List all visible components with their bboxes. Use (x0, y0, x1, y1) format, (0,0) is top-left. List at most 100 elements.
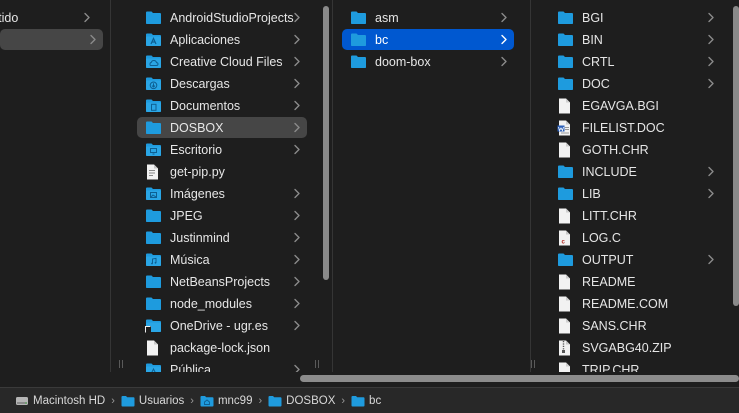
zip-file-icon (557, 340, 574, 356)
column-bc-scrollbar[interactable] (733, 6, 739, 306)
bc-item-9[interactable]: LITT.CHR (549, 205, 721, 226)
path-crumb-usuarios[interactable]: Usuarios (121, 395, 184, 407)
bc-item-10[interactable]: c LOG.C (549, 227, 721, 248)
chevron-right-icon (293, 78, 301, 89)
column-divider[interactable] (530, 0, 531, 372)
home-item-15[interactable]: package-lock.json (137, 337, 307, 358)
bc-item-3[interactable]: DOC (549, 73, 721, 94)
bc-item-12[interactable]: README (549, 271, 721, 292)
chevron-right-icon (83, 12, 91, 23)
chevron-right-icon (293, 320, 301, 331)
dosbox-item-0[interactable]: asm (342, 7, 514, 28)
bc-item-16[interactable]: TRIP.CHR (549, 359, 721, 372)
bc-item-6[interactable]: GOTH.CHR (549, 139, 721, 160)
chevron-right-icon (707, 166, 715, 177)
item-label: CRTL (582, 54, 615, 69)
chevron-right-icon (293, 254, 301, 265)
path-crumb-mnc99[interactable]: mnc99 (200, 395, 252, 407)
column-divider[interactable] (110, 0, 111, 372)
document-file-icon (557, 318, 574, 334)
bc-item-0[interactable]: BGI (549, 7, 721, 28)
c-source-file-icon: c (557, 230, 574, 246)
home-item-3[interactable]: Descargas (137, 73, 307, 94)
pictures-folder-icon (145, 186, 162, 202)
horizontal-scrollbar[interactable] (300, 375, 739, 382)
item-label: README (582, 274, 636, 289)
bc-item-13[interactable]: README.COM (549, 293, 721, 314)
item-label: Aplicaciones (170, 32, 241, 47)
bc-item-1[interactable]: BIN (549, 29, 721, 50)
chevron-right-icon (707, 34, 715, 45)
item-label: Imágenes (170, 186, 225, 201)
item-label: OUTPUT (582, 252, 634, 267)
item-label: BGI (582, 10, 604, 25)
folder-icon (557, 186, 574, 202)
music-folder-icon (145, 252, 162, 268)
column-home: AndroidStudioProjects Aplicaciones Creativ… (129, 0, 315, 372)
home-item-14[interactable]: OneDrive - ugr.es (137, 315, 307, 336)
item-label: get-pip.py (170, 164, 225, 179)
item-label: AndroidStudioProjects (170, 10, 294, 25)
bc-item-7[interactable]: INCLUDE (549, 161, 721, 182)
word-file-icon (557, 120, 574, 136)
column-home-scrollbar[interactable] (323, 6, 329, 280)
column-resize-grip[interactable] (119, 360, 124, 368)
item-label: FILELIST.DOC (582, 120, 665, 135)
home-item-6[interactable]: Escritorio (137, 139, 307, 160)
folder-icon (350, 10, 367, 26)
folder-icon (145, 230, 162, 246)
folder-icon (145, 296, 162, 312)
folder-icon (351, 395, 365, 407)
bc-item-15[interactable]: SVGABG40.ZIP (549, 337, 721, 358)
creative-cloud-folder-icon (145, 54, 162, 70)
bc-item-8[interactable]: LIB (549, 183, 721, 204)
bc-item-14[interactable]: SANS.CHR (549, 315, 721, 336)
bc-item-11[interactable]: OUTPUT (549, 249, 721, 270)
item-label: INCLUDE (582, 164, 637, 179)
folder-icon (557, 164, 574, 180)
dosbox-item-2[interactable]: doom-box (342, 51, 514, 72)
parent-item-1[interactable] (0, 29, 103, 50)
column-parent: rtido (0, 0, 110, 372)
folder-icon (350, 54, 367, 70)
home-item-9[interactable]: JPEG (137, 205, 307, 226)
bc-item-5[interactable]: FILELIST.DOC (549, 117, 721, 138)
column-resize-grip[interactable] (315, 360, 320, 368)
folder-icon (557, 10, 574, 26)
home-item-2[interactable]: Creative Cloud Files (137, 51, 307, 72)
chevron-right-icon (89, 34, 97, 45)
item-label: node_modules (170, 296, 253, 311)
column-dosbox: asm bc doom-box (333, 0, 528, 372)
path-crumb-macintosh-hd[interactable]: Macintosh HD (15, 395, 105, 407)
onedrive-folder-icon (145, 318, 162, 334)
home-item-8[interactable]: Imágenes (137, 183, 307, 204)
chevron-right-icon (293, 144, 301, 155)
home-item-11[interactable]: Música (137, 249, 307, 270)
parent-item-0[interactable]: rtido (0, 7, 97, 28)
home-item-10[interactable]: Justinmind (137, 227, 307, 248)
path-crumb-bc[interactable]: bc (351, 395, 381, 407)
home-item-12[interactable]: NetBeansProjects (137, 271, 307, 292)
dosbox-item-1[interactable]: bc (342, 29, 514, 50)
path-crumb-label: bc (369, 394, 382, 407)
home-item-13[interactable]: node_modules (137, 293, 307, 314)
path-crumb-dosbox[interactable]: DOSBOX (268, 395, 335, 407)
bc-item-2[interactable]: CRTL (549, 51, 721, 72)
home-item-4[interactable]: Documentos (137, 95, 307, 116)
home-item-0[interactable]: AndroidStudioProjects (137, 7, 307, 28)
folder-icon (145, 274, 162, 290)
column-resize-grip[interactable] (531, 360, 536, 368)
home-item-16[interactable]: Pública (137, 359, 307, 372)
home-item-7[interactable]: get-pip.py (137, 161, 307, 182)
home-item-5[interactable]: DOSBOX (137, 117, 307, 138)
item-label: Descargas (170, 76, 230, 91)
item-label: BIN (582, 32, 603, 47)
folder-icon (557, 252, 574, 268)
item-label: package-lock.json (170, 340, 271, 355)
folder-icon (557, 54, 574, 70)
path-separator: › (190, 394, 194, 407)
item-label: EGAVGA.BGI (582, 98, 659, 113)
home-item-1[interactable]: Aplicaciones (137, 29, 307, 50)
bc-item-4[interactable]: EGAVGA.BGI (549, 95, 721, 116)
chevron-right-icon (500, 56, 508, 67)
